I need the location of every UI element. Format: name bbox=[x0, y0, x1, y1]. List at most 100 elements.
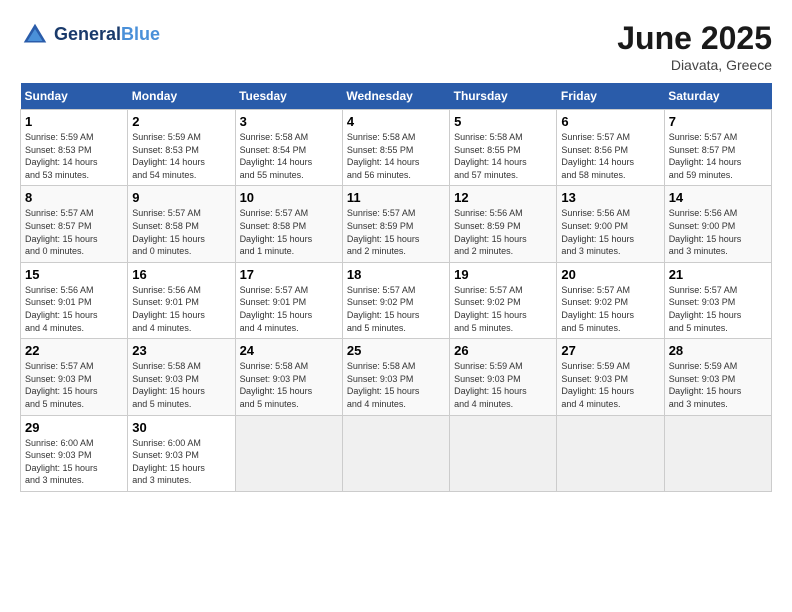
day-number: 19 bbox=[454, 267, 552, 282]
calendar-cell: 27 Sunrise: 5:59 AM Sunset: 9:03 PM Dayli… bbox=[557, 339, 664, 415]
day-number: 22 bbox=[25, 343, 123, 358]
day-info: Sunrise: 5:58 AM Sunset: 9:03 PM Dayligh… bbox=[240, 360, 338, 410]
day-number: 14 bbox=[669, 190, 767, 205]
calendar-cell: 20 Sunrise: 5:57 AM Sunset: 9:02 PM Dayli… bbox=[557, 262, 664, 338]
day-info: Sunrise: 5:58 AM Sunset: 8:55 PM Dayligh… bbox=[454, 131, 552, 181]
calendar-cell: 6 Sunrise: 5:57 AM Sunset: 8:56 PM Daylig… bbox=[557, 110, 664, 186]
day-header-sunday: Sunday bbox=[21, 83, 128, 110]
calendar-cell: 13 Sunrise: 5:56 AM Sunset: 9:00 PM Dayli… bbox=[557, 186, 664, 262]
day-info: Sunrise: 5:57 AM Sunset: 8:57 PM Dayligh… bbox=[669, 131, 767, 181]
day-info: Sunrise: 5:56 AM Sunset: 9:01 PM Dayligh… bbox=[132, 284, 230, 334]
day-number: 27 bbox=[561, 343, 659, 358]
day-info: Sunrise: 5:57 AM Sunset: 9:03 PM Dayligh… bbox=[669, 284, 767, 334]
calendar-cell: 30 Sunrise: 6:00 AM Sunset: 9:03 PM Dayli… bbox=[128, 415, 235, 491]
day-number: 17 bbox=[240, 267, 338, 282]
day-info: Sunrise: 5:57 AM Sunset: 8:58 PM Dayligh… bbox=[132, 207, 230, 257]
calendar-cell: 5Sunrise: 5:58 AM Sunset: 8:55 PM Daylig… bbox=[450, 110, 557, 186]
day-number: 11 bbox=[347, 190, 445, 205]
day-number: 1 bbox=[25, 114, 123, 129]
calendar-cell: 28 Sunrise: 5:59 AM Sunset: 9:03 PM Dayli… bbox=[664, 339, 771, 415]
day-info: Sunrise: 5:59 AM Sunset: 9:03 PM Dayligh… bbox=[454, 360, 552, 410]
day-header-thursday: Thursday bbox=[450, 83, 557, 110]
day-info: Sunrise: 5:57 AM Sunset: 9:03 PM Dayligh… bbox=[25, 360, 123, 410]
day-info: Sunrise: 5:57 AM Sunset: 9:02 PM Dayligh… bbox=[347, 284, 445, 334]
day-header-friday: Friday bbox=[557, 83, 664, 110]
day-info: Sunrise: 5:56 AM Sunset: 9:00 PM Dayligh… bbox=[669, 207, 767, 257]
day-info: Sunrise: 5:58 AM Sunset: 9:03 PM Dayligh… bbox=[347, 360, 445, 410]
calendar-cell: 25 Sunrise: 5:58 AM Sunset: 9:03 PM Dayli… bbox=[342, 339, 449, 415]
day-number: 29 bbox=[25, 420, 123, 435]
calendar-header: SundayMondayTuesdayWednesdayThursdayFrid… bbox=[21, 83, 772, 110]
calendar-cell: 17 Sunrise: 5:57 AM Sunset: 9:01 PM Dayli… bbox=[235, 262, 342, 338]
calendar-cell: 9Sunrise: 5:57 AM Sunset: 8:58 PM Daylig… bbox=[128, 186, 235, 262]
day-number: 26 bbox=[454, 343, 552, 358]
calendar-cell bbox=[235, 415, 342, 491]
logo: GeneralBlue bbox=[20, 20, 160, 50]
calendar-cell: 8 Sunrise: 5:57 AM Sunset: 8:57 PM Daylig… bbox=[21, 186, 128, 262]
day-info: Sunrise: 5:59 AM Sunset: 9:03 PM Dayligh… bbox=[561, 360, 659, 410]
day-number: 12 bbox=[454, 190, 552, 205]
calendar-cell: 11 Sunrise: 5:57 AM Sunset: 8:59 PM Dayli… bbox=[342, 186, 449, 262]
day-number: 13 bbox=[561, 190, 659, 205]
day-header-wednesday: Wednesday bbox=[342, 83, 449, 110]
day-number: 23 bbox=[132, 343, 230, 358]
day-number: 25 bbox=[347, 343, 445, 358]
day-header-saturday: Saturday bbox=[664, 83, 771, 110]
day-number: 20 bbox=[561, 267, 659, 282]
calendar-cell: 12Sunrise: 5:56 AM Sunset: 8:59 PM Dayli… bbox=[450, 186, 557, 262]
day-info: Sunrise: 5:58 AM Sunset: 8:54 PM Dayligh… bbox=[240, 131, 338, 181]
day-number: 24 bbox=[240, 343, 338, 358]
calendar-cell: 4Sunrise: 5:58 AM Sunset: 8:55 PM Daylig… bbox=[342, 110, 449, 186]
calendar-cell: 21 Sunrise: 5:57 AM Sunset: 9:03 PM Dayli… bbox=[664, 262, 771, 338]
day-number: 6 bbox=[561, 114, 659, 129]
day-info: Sunrise: 5:57 AM Sunset: 9:01 PM Dayligh… bbox=[240, 284, 338, 334]
calendar-cell bbox=[664, 415, 771, 491]
day-info: Sunrise: 5:57 AM Sunset: 8:58 PM Dayligh… bbox=[240, 207, 338, 257]
day-number: 4 bbox=[347, 114, 445, 129]
calendar-cell bbox=[557, 415, 664, 491]
calendar-cell: 3 Sunrise: 5:58 AM Sunset: 8:54 PM Daylig… bbox=[235, 110, 342, 186]
calendar-cell: 2 Sunrise: 5:59 AM Sunset: 8:53 PM Daylig… bbox=[128, 110, 235, 186]
day-info: Sunrise: 5:59 AM Sunset: 9:03 PM Dayligh… bbox=[669, 360, 767, 410]
day-number: 28 bbox=[669, 343, 767, 358]
calendar-cell: 16Sunrise: 5:56 AM Sunset: 9:01 PM Dayli… bbox=[128, 262, 235, 338]
day-header-monday: Monday bbox=[128, 83, 235, 110]
calendar-cell: 7 Sunrise: 5:57 AM Sunset: 8:57 PM Daylig… bbox=[664, 110, 771, 186]
calendar-cell bbox=[450, 415, 557, 491]
day-number: 30 bbox=[132, 420, 230, 435]
day-number: 21 bbox=[669, 267, 767, 282]
day-info: Sunrise: 5:56 AM Sunset: 9:01 PM Dayligh… bbox=[25, 284, 123, 334]
calendar-cell: 24 Sunrise: 5:58 AM Sunset: 9:03 PM Dayli… bbox=[235, 339, 342, 415]
day-number: 3 bbox=[240, 114, 338, 129]
calendar-cell: 18Sunrise: 5:57 AM Sunset: 9:02 PM Dayli… bbox=[342, 262, 449, 338]
title-block: June 2025 Diavata, Greece bbox=[617, 20, 772, 73]
day-info: Sunrise: 5:57 AM Sunset: 8:56 PM Dayligh… bbox=[561, 131, 659, 181]
day-info: Sunrise: 6:00 AM Sunset: 9:03 PM Dayligh… bbox=[132, 437, 230, 487]
calendar-cell: 1Sunrise: 5:59 AM Sunset: 8:53 PM Daylig… bbox=[21, 110, 128, 186]
day-number: 7 bbox=[669, 114, 767, 129]
calendar-table: SundayMondayTuesdayWednesdayThursdayFrid… bbox=[20, 83, 772, 492]
location: Diavata, Greece bbox=[617, 57, 772, 73]
logo-text: GeneralBlue bbox=[54, 25, 160, 45]
day-number: 15 bbox=[25, 267, 123, 282]
day-number: 2 bbox=[132, 114, 230, 129]
day-info: Sunrise: 5:56 AM Sunset: 9:00 PM Dayligh… bbox=[561, 207, 659, 257]
day-info: Sunrise: 5:57 AM Sunset: 9:02 PM Dayligh… bbox=[561, 284, 659, 334]
day-number: 10 bbox=[240, 190, 338, 205]
day-info: Sunrise: 5:58 AM Sunset: 9:03 PM Dayligh… bbox=[132, 360, 230, 410]
day-info: Sunrise: 5:59 AM Sunset: 8:53 PM Dayligh… bbox=[132, 131, 230, 181]
logo-icon bbox=[20, 20, 50, 50]
calendar-cell: 10 Sunrise: 5:57 AM Sunset: 8:58 PM Dayli… bbox=[235, 186, 342, 262]
day-header-tuesday: Tuesday bbox=[235, 83, 342, 110]
day-info: Sunrise: 5:57 AM Sunset: 8:57 PM Dayligh… bbox=[25, 207, 123, 257]
day-info: Sunrise: 5:57 AM Sunset: 9:02 PM Dayligh… bbox=[454, 284, 552, 334]
page-header: GeneralBlue June 2025 Diavata, Greece bbox=[20, 20, 772, 73]
calendar-cell: 14 Sunrise: 5:56 AM Sunset: 9:00 PM Dayli… bbox=[664, 186, 771, 262]
calendar-cell: 22 Sunrise: 5:57 AM Sunset: 9:03 PM Dayli… bbox=[21, 339, 128, 415]
day-info: Sunrise: 6:00 AM Sunset: 9:03 PM Dayligh… bbox=[25, 437, 123, 487]
month-title: June 2025 bbox=[617, 20, 772, 57]
day-number: 8 bbox=[25, 190, 123, 205]
day-info: Sunrise: 5:57 AM Sunset: 8:59 PM Dayligh… bbox=[347, 207, 445, 257]
calendar-cell: 26 Sunrise: 5:59 AM Sunset: 9:03 PM Dayli… bbox=[450, 339, 557, 415]
calendar-cell: 29 Sunrise: 6:00 AM Sunset: 9:03 PM Dayli… bbox=[21, 415, 128, 491]
